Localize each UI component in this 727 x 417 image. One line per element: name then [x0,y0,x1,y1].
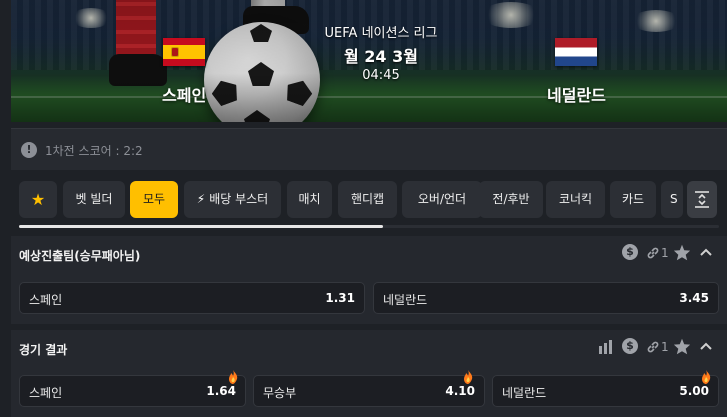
outcome-label: 스페인 [29,293,63,307]
star-icon[interactable] [673,338,691,355]
star-icon[interactable] [673,244,691,261]
market-match-result: 경기 결과 $ 1 스페인 1.64 무승부 4.10 네덜란드 5.00 [11,330,727,417]
boost-flame-icon [464,370,473,384]
outcome-odds: 5.00 [679,384,709,398]
tab-favorites[interactable]: ★ [19,181,57,218]
spain-flag-icon [163,38,205,66]
outcome-label: 스페인 [29,386,63,400]
tab-handicap[interactable]: 핸디캡 [338,181,397,218]
market-actions: $ 1 [598,338,722,358]
collapse-markets-button[interactable] [687,181,717,218]
outcome-button[interactable]: 스페인 1.31 [19,282,365,314]
outcome-button[interactable]: 네덜란드 5.00 [492,370,719,407]
tab-corners[interactable]: 코너킥 [546,181,605,218]
match-date: 월 24 3월 [344,47,418,66]
market-tabs: ★ 벳 빌더 모두 ⚡ 배당 부스터 매치 핸디캡 오버/언더 전/후반 코너킥 … [11,176,727,232]
outcome-button[interactable]: 네덜란드 3.45 [373,282,719,314]
tab-match[interactable]: 매치 [287,181,332,218]
outcome-label: 네덜란드 [383,293,428,307]
bolt-icon: ⚡ [196,192,206,206]
chevron-up-icon[interactable] [700,342,712,350]
match-time: 04:45 [362,68,400,83]
link-icon[interactable] [646,246,660,260]
outcome-button[interactable]: 스페인 1.64 [19,370,246,407]
collapse-icon [695,191,709,208]
market-actions: $ 1 [622,244,722,264]
link-count: 1 [661,340,669,354]
cashout-icon[interactable]: $ [622,244,638,260]
outcome-label: 네덜란드 [502,386,547,400]
tab-label: 배당 부스터 [209,192,269,206]
market-qualify: 예상진출팀(승무패아님) $ 1 스페인 1.31 네덜란드 3.45 [11,236,727,324]
tab-odds-booster[interactable]: ⚡ 배당 부스터 [184,181,281,218]
outcome-odds: 1.64 [206,384,236,398]
tab-cards[interactable]: 카드 [610,181,656,218]
outcome-odds: 4.10 [445,384,475,398]
tab-over-under[interactable]: 오버/언더 [402,181,482,218]
outcome-label: 무승부 [263,386,297,400]
chevron-up-icon[interactable] [700,248,712,256]
market-title: 경기 결과 [19,343,68,357]
first-leg-score: 1차전 스코어 : 2:2 [45,144,143,158]
netherlands-flag-icon [555,38,597,66]
tab-half[interactable]: 전/후반 [479,181,543,218]
away-team-name: 네덜란드 [547,86,606,105]
link-icon[interactable] [646,340,660,354]
league-name: UEFA 네이션스 리그 [324,26,438,41]
tab-bet-builder[interactable]: 벳 빌더 [63,181,125,218]
outcome-odds: 1.31 [325,291,355,305]
boost-flame-icon [702,370,711,384]
match-banner: UEFA 네이션스 리그 월 24 3월 04:45 스페인 네덜란드 [11,0,727,122]
outcome-odds: 3.45 [679,291,709,305]
boost-flame-icon [229,370,238,384]
link-count: 1 [661,246,669,260]
market-title: 예상진출팀(승무패아님) [19,249,141,263]
tab-all[interactable]: 모두 [130,181,178,218]
home-team-name: 스페인 [162,86,207,105]
stats-icon[interactable] [598,340,613,354]
match-info-bar: ! 1차전 스코어 : 2:2 [11,128,727,170]
star-icon: ★ [30,190,46,209]
outcome-button[interactable]: 무승부 4.10 [253,370,485,407]
tabs-scrollbar-thumb[interactable] [19,225,383,228]
cashout-icon[interactable]: $ [622,338,638,354]
tab-partial[interactable]: S [661,181,683,218]
info-icon: ! [21,142,37,158]
